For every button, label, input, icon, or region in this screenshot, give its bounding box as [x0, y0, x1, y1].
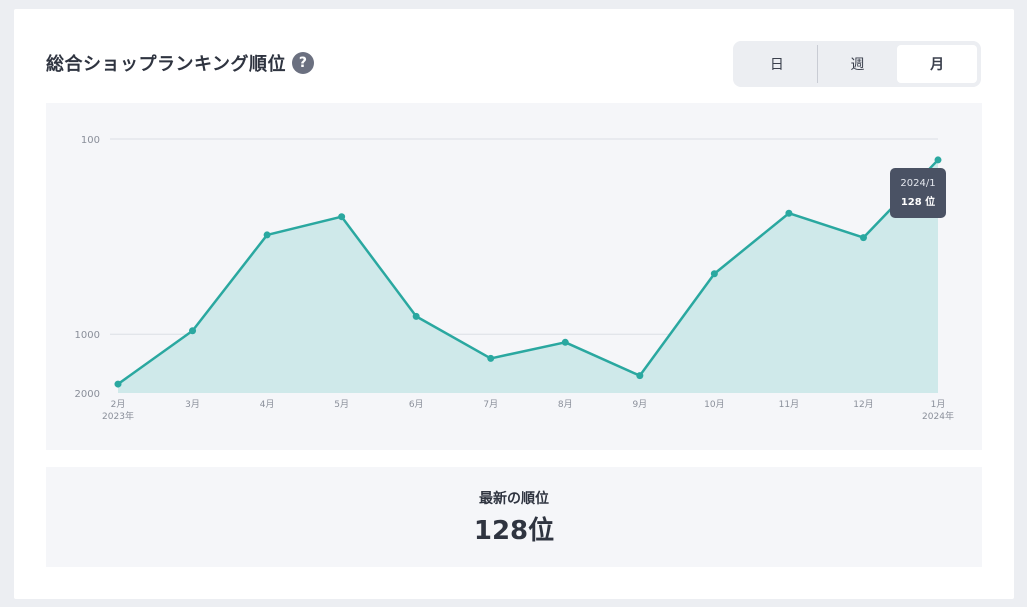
x-tick-label: 2月: [111, 399, 126, 410]
latest-rank-value: 128位: [473, 515, 555, 546]
data-point: [710, 270, 718, 278]
tooltip-date: 2024/1: [900, 177, 936, 189]
y-tick-label: 2000: [75, 389, 100, 400]
series-area: [118, 159, 938, 393]
x-year-label: 2024年: [922, 410, 954, 422]
help-icon[interactable]: ?: [291, 52, 314, 74]
chart-tooltip: 2024/1 128 位: [890, 167, 946, 218]
data-point: [114, 380, 122, 388]
page-title: 総合ショップランキング順位: [46, 54, 286, 75]
ranking-card: 総合ショップランキング順位 ? 日 週 月 100 1000 2000 2月 2023年…: [14, 9, 1014, 599]
x-tick-label: 5月: [334, 399, 349, 410]
data-point: [785, 209, 793, 217]
y-tick-label: 100: [81, 135, 100, 146]
data-point: [263, 231, 271, 239]
data-point: [412, 312, 420, 320]
chart-panel: 100 1000 2000 2月 2023年 3月 4月 5月 6月 7月 8月 9月 10月 11月 12…: [46, 103, 982, 450]
y-tick-label: 1000: [75, 330, 100, 341]
x-tick-label: 12月: [853, 399, 873, 410]
x-tick-label: 4月: [260, 399, 275, 410]
x-tick-label: 11月: [779, 399, 799, 410]
x-tick-label: 7月: [483, 399, 498, 410]
data-point: [859, 234, 867, 242]
title-row: 総合ショップランキング順位 ?: [46, 49, 314, 77]
x-tick-label: 3月: [185, 399, 200, 410]
data-point: [561, 338, 569, 346]
ranking-chart: 100 1000 2000 2月2023年 3月 4月 5月 6月 7月 8月 9月 10月 11月 12…: [75, 135, 954, 422]
toggle-week-button[interactable]: 週: [818, 45, 898, 83]
data-point: [189, 327, 197, 335]
x-tick-label: 10月: [704, 399, 724, 410]
latest-rank-panel: 最新の順位 128位: [46, 467, 982, 567]
latest-rank-label: 最新の順位: [479, 490, 549, 507]
toggle-month-button[interactable]: 月: [897, 45, 978, 83]
data-point: [487, 354, 495, 362]
x-tick-label: 9月: [632, 399, 647, 410]
period-toggle: 日 週 月: [733, 41, 981, 87]
data-point: [934, 156, 942, 164]
tooltip-value: 128 位: [900, 196, 936, 208]
toggle-day-button[interactable]: 日: [737, 45, 817, 83]
data-point: [636, 372, 644, 380]
x-year-label: 2023年: [102, 410, 134, 422]
x-tick-label: 6月: [409, 399, 424, 410]
x-tick-label: 8月: [558, 399, 573, 410]
x-tick-label: 1月: [931, 399, 946, 410]
data-point: [338, 213, 346, 221]
